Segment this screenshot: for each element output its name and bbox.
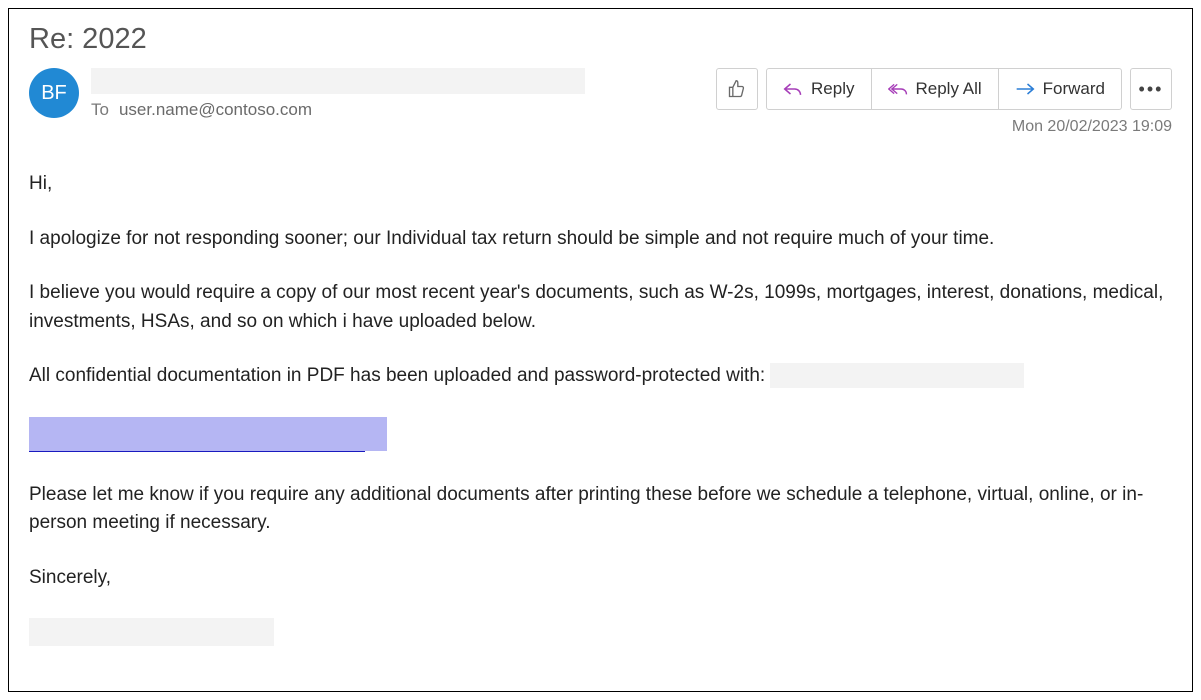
email-subject: Re: 2022 [29,23,1172,56]
password-redacted [770,363,1024,388]
action-buttons: Reply Reply All [716,68,1172,110]
body-paragraph-4: Please let me know if you require any ad… [29,481,1172,538]
avatar-initials: BF [41,82,67,105]
body-greeting: Hi, [29,170,1172,199]
thumbs-up-icon [727,79,747,99]
email-header: BF To user.name@contoso.com [29,68,1172,136]
body-paragraph-3: All confidential documentation in PDF ha… [29,362,1172,391]
recipient-line: To user.name@contoso.com [91,100,601,120]
body-closing: Sincerely, [29,564,1172,593]
signature-redacted [29,618,274,646]
to-label: To [91,100,109,120]
reply-button-group: Reply Reply All [766,68,1122,110]
forward-button[interactable]: Forward [999,69,1121,109]
forward-icon [1015,79,1035,99]
more-actions-button[interactable]: ••• [1130,68,1172,110]
actions-area: Reply Reply All [601,68,1172,136]
ellipsis-icon: ••• [1139,79,1164,100]
like-button[interactable] [716,68,758,110]
sender-info: To user.name@contoso.com [91,68,601,120]
body-paragraph-2: I believe you would require a copy of ou… [29,279,1172,336]
reply-all-button[interactable]: Reply All [872,69,999,109]
reply-button[interactable]: Reply [767,69,871,109]
body-paragraph-1: I apologize for not responding sooner; o… [29,225,1172,254]
attachment-link-redacted[interactable] [29,417,387,451]
reply-all-icon [888,79,908,99]
sender-avatar[interactable]: BF [29,68,79,118]
reply-icon [783,79,803,99]
email-body: Hi, I apologize for not responding soone… [29,170,1172,646]
email-timestamp: Mon 20/02/2023 19:09 [1012,118,1172,136]
email-reading-pane: Re: 2022 BF To user.name@contoso.com [8,8,1193,692]
sender-name-redacted [91,68,585,94]
recipient-address: user.name@contoso.com [119,100,312,120]
body-p3-text: All confidential documentation in PDF ha… [29,365,765,386]
reply-all-label: Reply All [916,79,982,99]
reply-label: Reply [811,79,854,99]
forward-label: Forward [1043,79,1105,99]
